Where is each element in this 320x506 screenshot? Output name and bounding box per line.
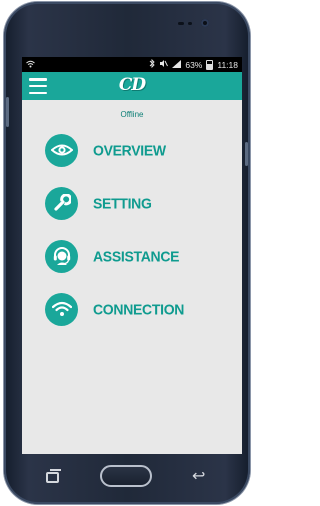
main-menu: OVERVIEW SETTING ASSISTANCE CONNECTION (22, 133, 242, 326)
back-icon[interactable]: ↩ (192, 468, 205, 484)
menu-item-assistance[interactable]: ASSISTANCE (22, 239, 242, 273)
app-bar: CD (22, 72, 242, 100)
menu-item-label: SETTING (93, 194, 152, 212)
clock: 11:18 (217, 59, 238, 70)
wrench-icon (45, 186, 78, 220)
app-logo: CD (118, 75, 146, 95)
app-screen: 63% 11:18 CD Offline OVERVIEW SETTING AS… (22, 57, 242, 454)
eye-icon (45, 133, 78, 167)
menu-item-connection[interactable]: CONNECTION (22, 292, 242, 326)
menu-item-overview[interactable]: OVERVIEW (22, 133, 242, 167)
wifi-icon (26, 60, 35, 70)
proximity-sensor (188, 22, 192, 25)
battery-icon (206, 59, 214, 70)
connection-status-text: Offline (120, 110, 144, 119)
recent-apps-icon[interactable] (46, 469, 61, 483)
front-camera (201, 19, 209, 27)
menu-item-setting[interactable]: SETTING (22, 186, 242, 220)
battery-percent: 63% (185, 59, 203, 70)
bluetooth-icon (149, 58, 155, 70)
menu-item-label: CONNECTION (93, 300, 185, 318)
menu-item-label: OVERVIEW (93, 141, 166, 159)
menu-item-label: ASSISTANCE (93, 247, 180, 265)
signal-icon (172, 59, 182, 70)
power-button (245, 142, 248, 166)
headset-icon (45, 239, 78, 273)
status-bar: 63% 11:18 (22, 57, 242, 72)
mute-icon (159, 59, 169, 70)
wifi-icon (45, 292, 78, 326)
home-button[interactable] (100, 465, 152, 487)
volume-button (6, 97, 9, 127)
system-navigation-bar: ↩ (30, 460, 220, 496)
earpiece-speaker (178, 22, 184, 25)
